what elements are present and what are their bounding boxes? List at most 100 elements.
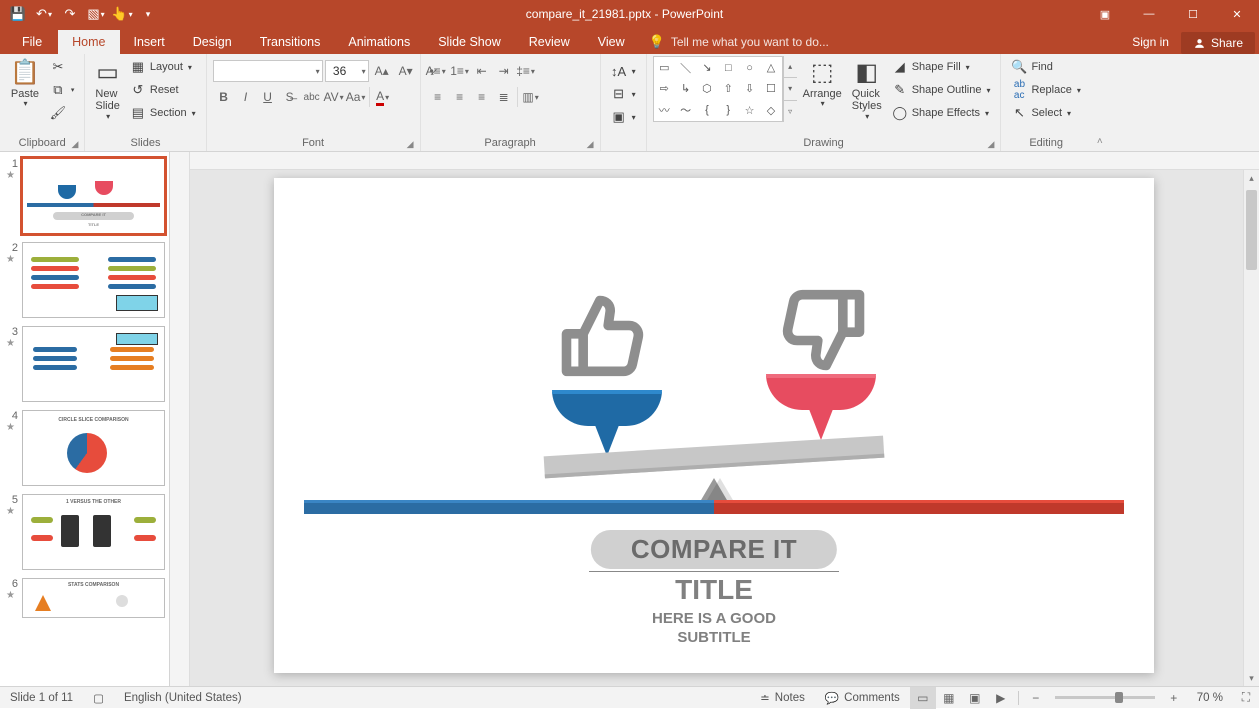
normal-view-button[interactable]: ▭	[910, 687, 936, 709]
zoom-slider-knob[interactable]	[1115, 692, 1123, 703]
tab-view[interactable]: View	[584, 30, 639, 54]
zoom-out-button[interactable]: −	[1023, 687, 1049, 709]
notes-button[interactable]: ≐Notes	[750, 687, 815, 708]
align-center-button[interactable]: ≡	[449, 86, 471, 108]
slide-title[interactable]: TITLE	[274, 574, 1154, 606]
align-right-button[interactable]: ≡	[471, 86, 493, 108]
tab-insert[interactable]: Insert	[120, 30, 179, 54]
layout-button[interactable]: ▦Layout▾	[126, 56, 200, 78]
tab-file[interactable]: File	[6, 30, 58, 54]
reading-view-button[interactable]: ▣	[962, 687, 988, 709]
slide-sorter-view-button[interactable]: ▦	[936, 687, 962, 709]
slide-canvas-area[interactable]: ▴ ▾ COMPARE IT TITLE HERE IS A GO	[190, 152, 1259, 686]
shadow-button[interactable]: abc	[301, 86, 323, 108]
slide-counter[interactable]: Slide 1 of 11	[0, 687, 83, 708]
slide-panel[interactable]: 1★ COMPARE IT TITLE 2★	[0, 152, 170, 686]
tab-animations[interactable]: Animations	[334, 30, 424, 54]
slide-thumb-4[interactable]: CIRCLE SLICE COMPARISON	[22, 410, 165, 486]
shape-outline-button[interactable]: ✎Shape Outline▾	[888, 79, 995, 101]
zoom-level[interactable]: 70 %	[1187, 687, 1233, 708]
shape-effects-button[interactable]: ◯Shape Effects▾	[888, 102, 995, 124]
decrease-indent-button[interactable]: ⇤	[471, 60, 493, 82]
numbering-button[interactable]: 1≡▾	[449, 60, 471, 82]
justify-button[interactable]: ≣	[493, 86, 515, 108]
paste-button[interactable]: 📋Paste▾	[6, 56, 44, 111]
bold-button[interactable]: B	[213, 86, 235, 108]
spell-check-icon[interactable]: ▢	[83, 687, 114, 708]
tab-transitions[interactable]: Transitions	[246, 30, 335, 54]
comments-button[interactable]: 💬Comments	[815, 687, 910, 708]
slide-thumb-6[interactable]: STATS COMPARISON	[22, 578, 165, 618]
find-button[interactable]: 🔍Find	[1007, 56, 1084, 78]
start-from-beginning-button[interactable]: ▧▾	[84, 2, 108, 26]
fit-to-window-button[interactable]: ⛶	[1233, 687, 1259, 709]
shape-fill-button[interactable]: ◢Shape Fill▾	[888, 56, 995, 78]
qat-customize-icon[interactable]: ▾	[136, 2, 160, 26]
redo-button[interactable]: ↷	[58, 2, 82, 26]
align-text-button[interactable]: ⊟▾	[607, 83, 640, 105]
increase-indent-button[interactable]: ⇥	[493, 60, 515, 82]
gallery-scroll[interactable]: ▴▾▿	[783, 56, 797, 122]
maximize-button[interactable]: ☐	[1171, 0, 1215, 28]
section-button[interactable]: ▤Section▾	[126, 102, 200, 124]
tab-slideshow[interactable]: Slide Show	[424, 30, 515, 54]
tab-design[interactable]: Design	[179, 30, 246, 54]
scroll-up-icon[interactable]: ▴	[1244, 170, 1259, 186]
copy-button[interactable]: ⧉▾	[46, 79, 79, 101]
slide-thumb-3[interactable]	[22, 326, 165, 402]
font-color-button[interactable]: A▾	[372, 86, 394, 108]
zoom-in-button[interactable]: +	[1161, 687, 1187, 709]
slideshow-view-button[interactable]: ▶	[988, 687, 1014, 709]
slide-canvas[interactable]: COMPARE IT TITLE HERE IS A GOODSUBTITLE	[274, 178, 1154, 673]
close-button[interactable]: ✕	[1215, 0, 1259, 28]
dialog-launcher-icon[interactable]: ◢	[587, 139, 594, 150]
format-painter-button[interactable]: 🖌	[46, 102, 79, 124]
line-spacing-button[interactable]: ‡≡▾	[515, 60, 537, 82]
slide-subtitle[interactable]: HERE IS A GOODSUBTITLE	[274, 610, 1154, 648]
language-status[interactable]: English (United States)	[114, 687, 252, 708]
dialog-launcher-icon[interactable]: ◢	[988, 139, 995, 150]
minimize-button[interactable]: —	[1127, 0, 1171, 28]
shapes-gallery[interactable]: ▭＼↘□○△ ⇨↳⬡⇧⇩☐ 〰〜{}☆◇	[653, 56, 783, 122]
slide-thumb-5[interactable]: 1 VERSUS THE OTHER	[22, 494, 165, 570]
touch-mode-button[interactable]: 👆▾	[110, 2, 134, 26]
vertical-scrollbar[interactable]: ▴ ▾	[1243, 170, 1259, 686]
scroll-down-icon[interactable]: ▾	[1244, 670, 1259, 686]
text-direction-button[interactable]: ↕A▾	[607, 60, 640, 82]
strikethrough-button[interactable]: S̶	[279, 86, 301, 108]
underline-button[interactable]: U	[257, 86, 279, 108]
align-left-button[interactable]: ≡	[427, 86, 449, 108]
reset-button[interactable]: ↺Reset	[126, 79, 200, 101]
zoom-slider[interactable]	[1055, 696, 1155, 699]
tab-home[interactable]: Home	[58, 30, 119, 54]
decrease-font-icon[interactable]: A▾	[395, 60, 417, 82]
font-family-combo[interactable]: ▾	[213, 60, 323, 82]
change-case-button[interactable]: Aa▾	[345, 86, 367, 108]
undo-button[interactable]: ↶▾	[32, 2, 56, 26]
character-spacing-button[interactable]: AV▾	[323, 86, 345, 108]
scrollbar-thumb[interactable]	[1246, 190, 1257, 270]
share-button[interactable]: Share	[1181, 32, 1255, 54]
collapse-ribbon-icon[interactable]: ˄	[1091, 54, 1109, 151]
sign-in-link[interactable]: Sign in	[1120, 30, 1181, 54]
tell-me-search[interactable]: 💡Tell me what you want to do...	[639, 30, 839, 54]
convert-smartart-button[interactable]: ▣▾	[607, 106, 640, 128]
tab-review[interactable]: Review	[515, 30, 584, 54]
dialog-launcher-icon[interactable]: ◢	[407, 139, 414, 150]
quick-styles-button[interactable]: ◧Quick Styles▾	[848, 56, 886, 123]
slide-thumb-1[interactable]: COMPARE IT TITLE	[22, 158, 165, 234]
select-button[interactable]: ↖Select▾	[1007, 102, 1084, 124]
slide-thumb-2[interactable]	[22, 242, 165, 318]
font-size-combo[interactable]: 36▾	[325, 60, 369, 82]
italic-button[interactable]: I	[235, 86, 257, 108]
dialog-launcher-icon[interactable]: ◢	[71, 139, 78, 150]
arrange-button[interactable]: ⬚Arrange▾	[799, 56, 846, 111]
new-slide-button[interactable]: ▭New Slide▾	[91, 56, 123, 123]
bullets-button[interactable]: •≡▾	[427, 60, 449, 82]
cut-button[interactable]: ✂	[46, 56, 79, 78]
increase-font-icon[interactable]: A▴	[371, 60, 393, 82]
replace-button[interactable]: abacReplace▾	[1007, 79, 1084, 101]
columns-button[interactable]: ▥▾	[520, 86, 542, 108]
ribbon-display-options-icon[interactable]: ▣	[1083, 0, 1127, 28]
save-icon[interactable]: 💾	[6, 2, 30, 26]
